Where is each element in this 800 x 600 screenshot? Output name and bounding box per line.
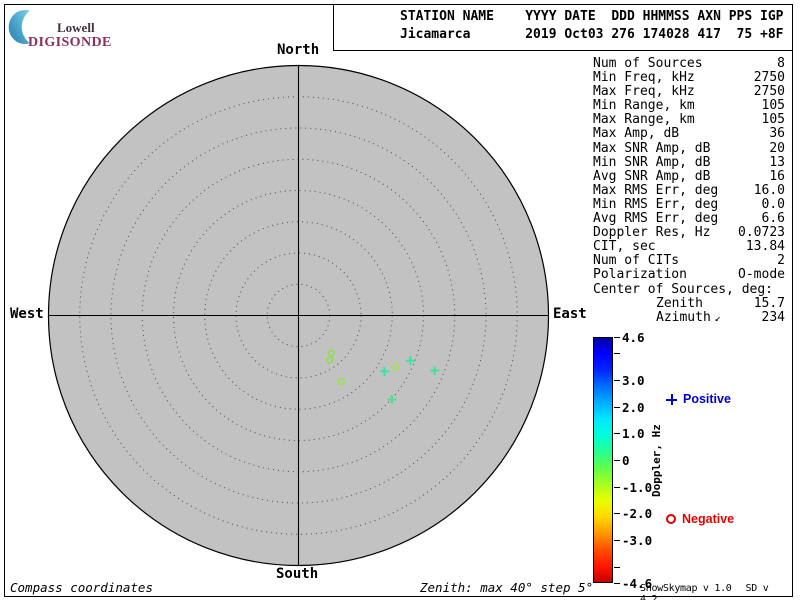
- footer-zenith-scale: Zenith: max 40° step 5°: [420, 580, 594, 595]
- stat-row: Azimuth ↙ 234: [593, 309, 785, 326]
- stat-row: Zenith 15.7: [593, 295, 785, 311]
- circle-marker-icon: [666, 514, 676, 524]
- footer-coordinate-mode: Compass coordinates: [10, 580, 153, 595]
- stat-row: CIT, sec 13.84: [593, 240, 785, 254]
- stat-label: Num of CITs: [593, 253, 680, 269]
- colorbar-tick-mark: [614, 337, 620, 338]
- stat-label: Polarization: [593, 267, 687, 283]
- stat-row: Max Range, km 105: [593, 113, 785, 127]
- stat-row: Center of Sources, deg:: [593, 281, 785, 297]
- colorbar-tick-mark: [614, 460, 620, 461]
- stat-value: 2: [777, 253, 785, 269]
- stat-value: 6.6: [761, 211, 785, 227]
- stat-label: Center of Sources, deg:: [593, 281, 774, 297]
- colorbar-tick-mark: [614, 567, 620, 568]
- stat-label: CIT, sec: [593, 239, 656, 255]
- stat-label: Doppler Res, Hz: [593, 225, 711, 241]
- stat-value: 20: [769, 140, 785, 156]
- stat-value: 234: [761, 309, 785, 325]
- stat-value: 36: [769, 126, 785, 142]
- colorbar-tick-label: -2.0: [622, 506, 653, 521]
- stat-label: Min RMS Err, deg: [593, 196, 719, 212]
- stat-label: Max Amp, dB: [593, 126, 680, 142]
- stat-row: Max RMS Err, deg 16.0: [593, 182, 785, 198]
- legend-negative-label: Negative: [682, 512, 735, 526]
- stat-label: Max RMS Err, deg: [593, 182, 719, 198]
- stat-value: 2750: [753, 84, 785, 100]
- colorbar-tick-label: 3.0: [622, 373, 645, 388]
- stat-value: 0.0723: [738, 225, 785, 241]
- stat-row: Max Amp, dB 36: [593, 127, 785, 141]
- stat-row: Doppler Res, Hz 0.0723: [593, 226, 785, 240]
- colorbar-tick-label: -3.0: [622, 533, 653, 548]
- stat-label: Num of Sources: [593, 56, 703, 71]
- stat-value: 8: [777, 56, 785, 71]
- stat-row: Polarization O-mode: [593, 268, 785, 282]
- azimuth-direction-arrow-icon: ↙: [714, 312, 721, 324]
- colorbar-axis-label: Doppler, Hz: [650, 424, 663, 497]
- colorbar-tick-mark: [614, 540, 620, 541]
- stat-row: Min Freq, kHz 2750: [593, 70, 785, 86]
- colorbar-tick-label: 2.0: [622, 400, 645, 415]
- compass-label-east: East: [553, 306, 587, 322]
- colorbar-tick-mark: [614, 513, 620, 514]
- colorbar-tick-mark: [614, 407, 620, 408]
- stat-label: Min Range, km: [593, 98, 695, 114]
- stat-row: Max SNR Amp, dB 20: [593, 140, 785, 156]
- footer-version: ShowSkymap v 1.0 SD v 4.2: [640, 583, 800, 600]
- stat-value: 15.7: [753, 295, 785, 311]
- colorbar: [593, 337, 613, 583]
- stat-label: Max Freq, kHz: [593, 84, 695, 100]
- colorbar-tick-mark: [614, 353, 620, 354]
- stat-label: Avg RMS Err, deg: [593, 211, 719, 227]
- colorbar-tick-label: 1.0: [622, 426, 645, 441]
- compass-label-north: North: [277, 42, 320, 58]
- plus-marker-icon: [666, 393, 677, 405]
- colorbar-tick-mark: [614, 433, 620, 434]
- stat-label: Azimuth ↙: [656, 309, 721, 325]
- stat-row: Avg RMS Err, deg 6.6: [593, 211, 785, 227]
- stat-label: Max Range, km: [593, 112, 695, 128]
- stat-row: Num of CITs 2: [593, 254, 785, 268]
- stat-label: Min Freq, kHz: [593, 70, 695, 86]
- colorbar-tick-label: -1.0: [622, 480, 653, 495]
- stat-label: Min SNR Amp, dB: [593, 154, 711, 170]
- stat-row: Min SNR Amp, dB 13: [593, 154, 785, 170]
- legend-negative: Negative: [666, 512, 734, 526]
- stat-row: Num of Sources 8: [593, 56, 785, 71]
- stat-value: 16: [769, 168, 785, 184]
- stat-row: Min RMS Err, deg 0.0: [593, 196, 785, 212]
- stat-label: Avg SNR Amp, dB: [593, 168, 711, 184]
- colorbar-tick-mark: [614, 380, 620, 381]
- stat-value: 13.84: [745, 239, 785, 255]
- stat-value: 16.0: [753, 182, 785, 198]
- stat-row: Max Freq, kHz 2750: [593, 85, 785, 99]
- colorbar-tick-label: 0: [622, 453, 630, 468]
- skymap-window: Lowell DIGISONDE STATION NAME YYYY DATE …: [0, 0, 800, 600]
- compass-label-south: South: [276, 566, 319, 582]
- footer-app-version: ShowSkymap v 1.0: [640, 583, 732, 594]
- stat-value: O-mode: [738, 267, 785, 283]
- stat-value: 105: [761, 112, 785, 128]
- stat-value: 105: [761, 98, 785, 114]
- stat-value: 13: [769, 154, 785, 170]
- stat-value: 2750: [753, 70, 785, 86]
- stats-panel: Num of Sources 8 Min Freq, kHz 2750 Max Freq…: [593, 56, 785, 326]
- legend-positive: Positive: [666, 392, 731, 406]
- stat-row: Avg SNR Amp, dB 16: [593, 168, 785, 184]
- stat-label: Zenith: [656, 295, 703, 311]
- stat-row: Min Range, km 105: [593, 99, 785, 113]
- legend-positive-label: Positive: [683, 392, 731, 406]
- compass-label-west: West: [10, 306, 44, 322]
- stat-label: Max SNR Amp, dB: [593, 140, 711, 156]
- colorbar-tick-mark: [614, 487, 620, 488]
- stat-value: 0.0: [761, 196, 785, 212]
- colorbar-tick-mark: [614, 583, 620, 584]
- colorbar-tick-label: 4.6: [622, 330, 645, 345]
